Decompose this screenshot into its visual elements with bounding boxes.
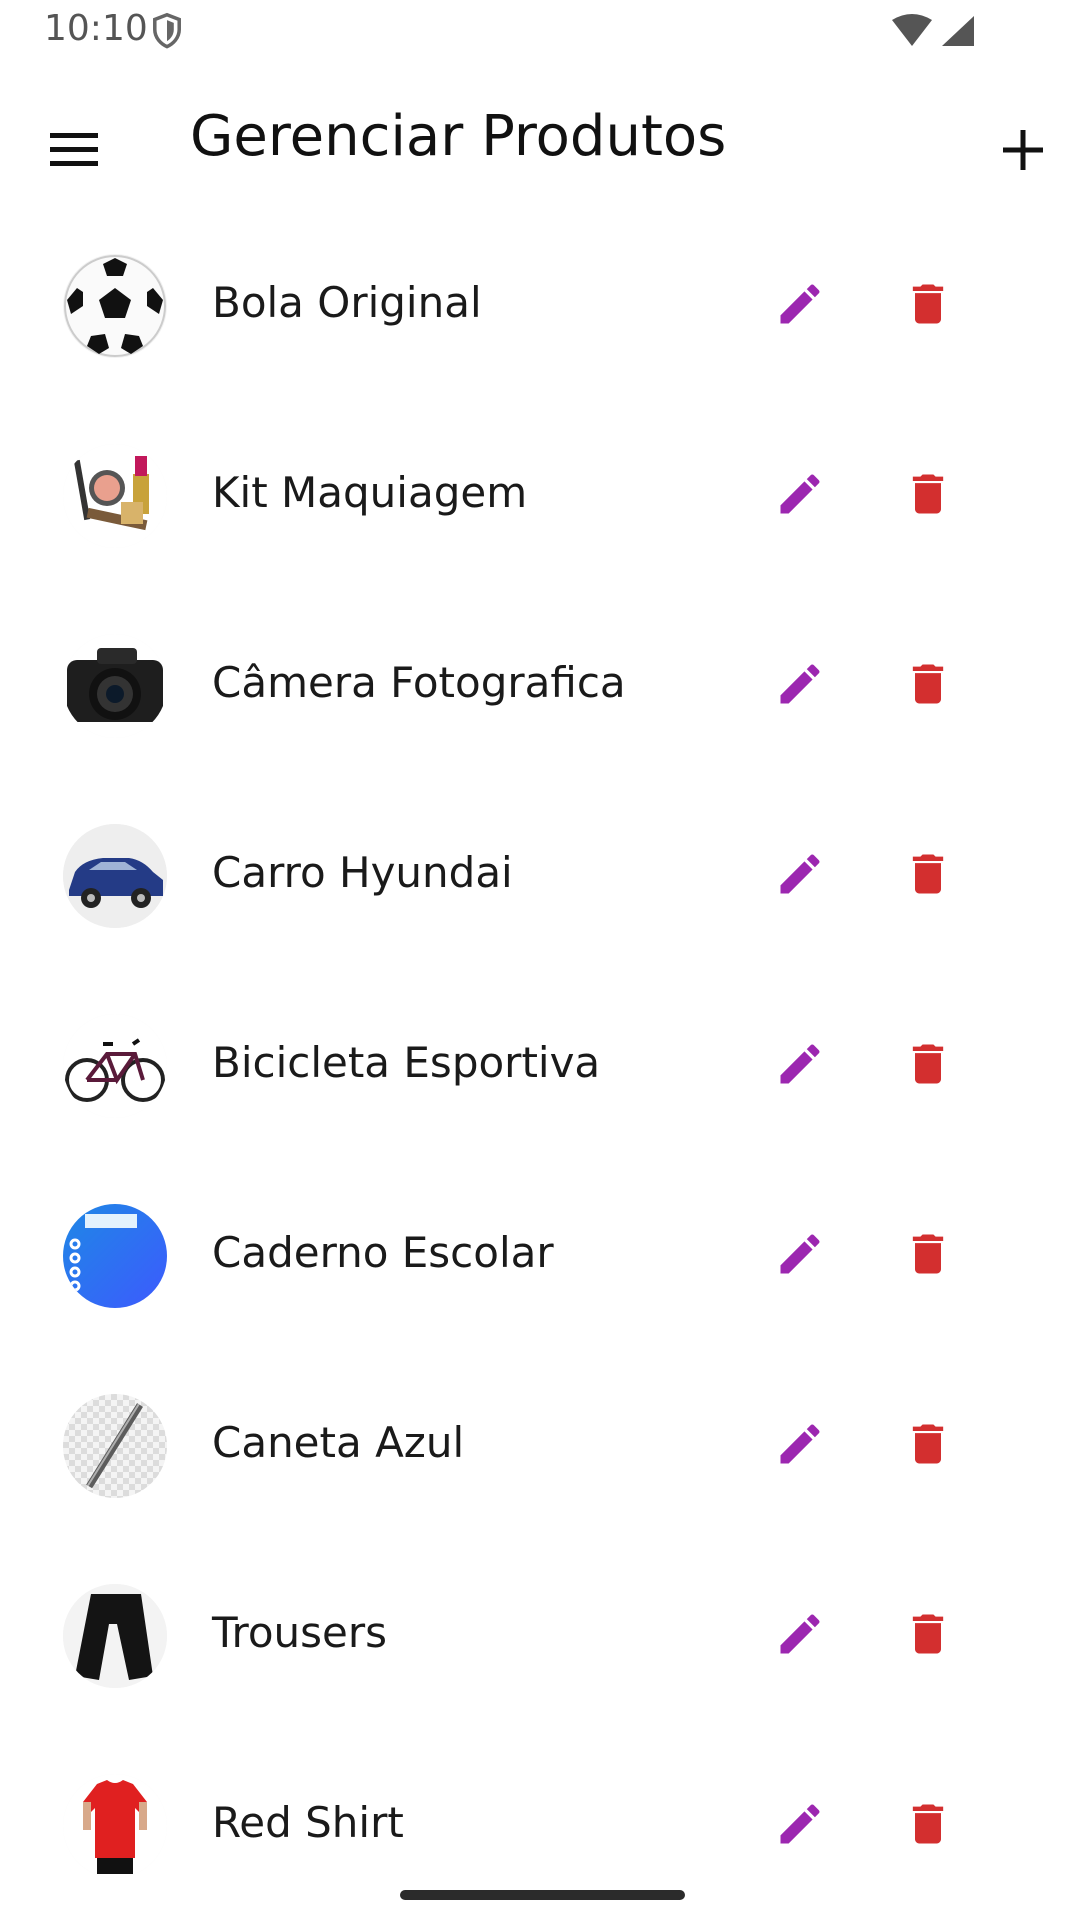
signal-icon [942, 16, 974, 46]
product-name: Câmera Fotografica [212, 658, 626, 707]
pencil-icon [780, 1044, 820, 1084]
delete-button[interactable] [880, 636, 976, 732]
product-name: Caderno Escolar [212, 1228, 554, 1277]
plus-icon [1003, 130, 1043, 170]
product-thumbnail [63, 824, 167, 928]
trash-icon [912, 854, 944, 894]
delete-button[interactable] [880, 1776, 976, 1872]
list-item[interactable]: Bicicleta Esportiva [0, 970, 1080, 1160]
pencil-icon [780, 1234, 820, 1274]
pencil-icon [780, 474, 820, 514]
delete-button[interactable] [880, 256, 976, 352]
trash-icon [912, 1804, 944, 1844]
delete-button[interactable] [880, 1396, 976, 1492]
soccer-ball-image [64, 255, 166, 357]
pen-image [63, 1394, 167, 1498]
top-app-bar: Gerenciar Produtos [0, 64, 1080, 208]
product-thumbnail [63, 254, 167, 358]
pencil-icon [780, 284, 820, 324]
product-thumbnail [63, 634, 167, 738]
menu-button[interactable] [26, 102, 122, 198]
trash-icon [912, 1044, 944, 1084]
delete-button[interactable] [880, 826, 976, 922]
edit-button[interactable] [752, 826, 848, 922]
list-item[interactable]: Carro Hyundai [0, 780, 1080, 970]
product-list: Bola Original Kit Maquiagem Câmera Fotog… [0, 210, 1080, 1920]
camera-image [63, 634, 167, 738]
delete-button[interactable] [880, 1586, 976, 1682]
edit-button[interactable] [752, 446, 848, 542]
makeup-kit-image [63, 444, 167, 548]
list-item[interactable]: Trousers [0, 1540, 1080, 1730]
add-product-button[interactable] [975, 102, 1071, 198]
product-thumbnail [63, 1014, 167, 1118]
delete-button[interactable] [880, 446, 976, 542]
pencil-icon [780, 1804, 820, 1844]
status-time: 10:10 [44, 8, 148, 49]
product-name: Red Shirt [212, 1798, 404, 1847]
wifi-icon [892, 14, 932, 46]
delete-button[interactable] [880, 1016, 976, 1112]
list-item[interactable]: Bola Original [0, 210, 1080, 400]
edit-button[interactable] [752, 1396, 848, 1492]
bicycle-image [63, 1014, 167, 1118]
edit-button[interactable] [752, 1206, 848, 1302]
page-title: Gerenciar Produtos [190, 104, 727, 169]
product-name: Caneta Azul [212, 1418, 465, 1467]
product-name: Bola Original [212, 278, 482, 327]
list-item[interactable]: Caneta Azul [0, 1350, 1080, 1540]
red-shirt-image [63, 1774, 167, 1878]
edit-button[interactable] [752, 1776, 848, 1872]
trash-icon [912, 1614, 944, 1654]
product-name: Trousers [212, 1608, 388, 1657]
product-name: Bicicleta Esportiva [212, 1038, 601, 1087]
gesture-nav-handle[interactable] [400, 1890, 685, 1900]
product-name: Carro Hyundai [212, 848, 513, 897]
list-item[interactable]: Câmera Fotografica [0, 590, 1080, 780]
edit-button[interactable] [752, 256, 848, 352]
car-image [63, 824, 167, 928]
trousers-image [63, 1584, 167, 1688]
product-thumbnail [63, 1584, 167, 1688]
edit-button[interactable] [752, 1016, 848, 1112]
product-thumbnail [63, 1774, 167, 1878]
notebook-image [63, 1204, 167, 1308]
product-thumbnail [63, 444, 167, 548]
trash-icon [912, 1234, 944, 1274]
list-item[interactable]: Caderno Escolar [0, 1160, 1080, 1350]
trash-icon [912, 474, 944, 514]
edit-button[interactable] [752, 636, 848, 732]
pencil-icon [780, 664, 820, 704]
trash-icon [912, 1424, 944, 1464]
list-item[interactable]: Kit Maquiagem [0, 400, 1080, 590]
pencil-icon [780, 854, 820, 894]
pencil-icon [780, 1424, 820, 1464]
product-thumbnail [63, 1394, 167, 1498]
delete-button[interactable] [880, 1206, 976, 1302]
status-bar: 10:10 [0, 0, 1080, 64]
shield-icon [153, 12, 181, 49]
product-name: Kit Maquiagem [212, 468, 528, 517]
edit-button[interactable] [752, 1586, 848, 1682]
hamburger-menu-icon [50, 133, 98, 166]
pencil-icon [780, 1614, 820, 1654]
product-thumbnail [63, 1204, 167, 1308]
trash-icon [912, 664, 944, 704]
trash-icon [912, 284, 944, 324]
